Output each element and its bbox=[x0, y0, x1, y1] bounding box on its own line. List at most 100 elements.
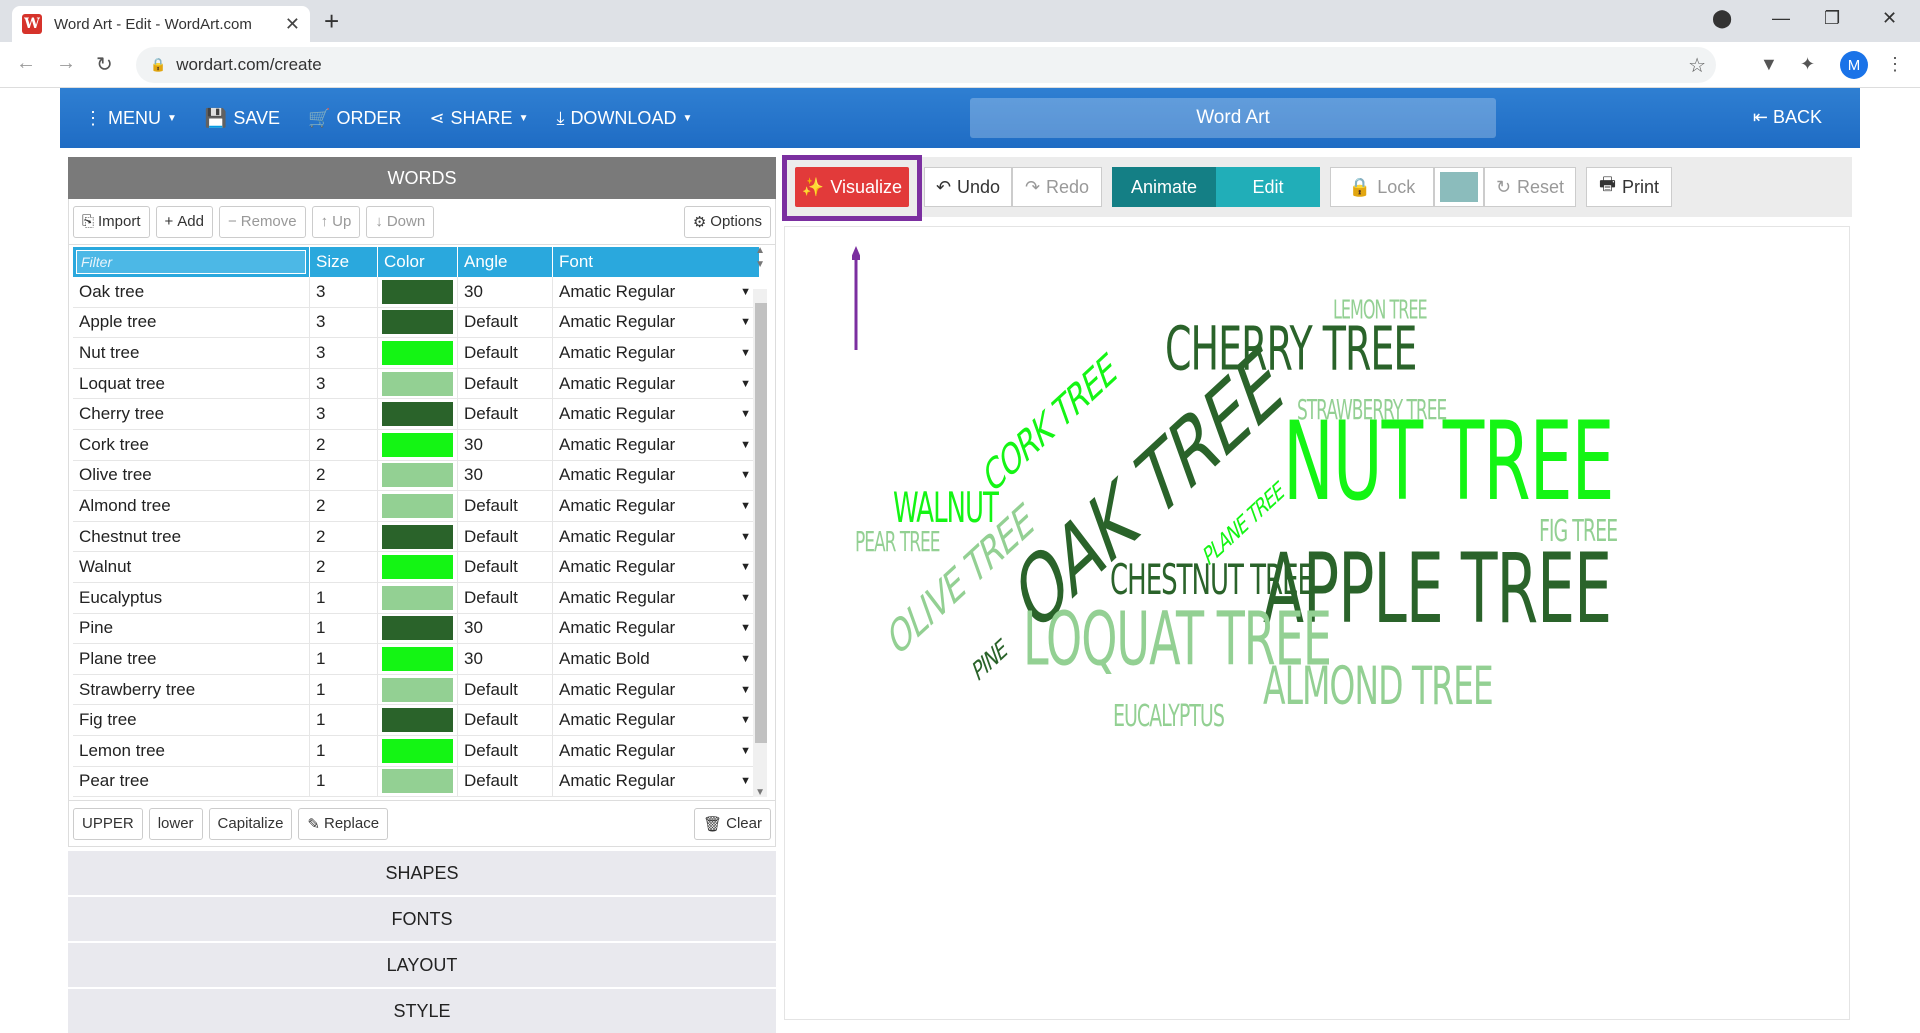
word-cell[interactable]: Walnut bbox=[73, 552, 310, 582]
color-cell[interactable] bbox=[378, 399, 458, 429]
color-cell[interactable] bbox=[378, 582, 458, 613]
angle-column-header[interactable]: Angle bbox=[458, 247, 553, 277]
color-swatch[interactable] bbox=[382, 493, 453, 518]
color-swatch[interactable] bbox=[382, 769, 453, 794]
word-cell[interactable]: Lemon tree bbox=[73, 735, 310, 766]
font-cell[interactable]: Amatic Regular ▼ bbox=[553, 399, 759, 429]
dropdown-arrow-icon[interactable]: ▼ bbox=[740, 316, 751, 328]
color-swatch[interactable] bbox=[382, 310, 453, 335]
color-cell[interactable] bbox=[378, 491, 458, 521]
remove-button[interactable]: − Remove bbox=[219, 205, 306, 238]
minimize-icon[interactable]: — bbox=[1772, 8, 1790, 29]
word-cloud-word[interactable]: ALMOND TREE bbox=[1263, 655, 1494, 717]
puzzle-extensions-icon[interactable]: ✦ bbox=[1800, 54, 1815, 75]
color-swatch[interactable] bbox=[382, 279, 453, 304]
dropdown-arrow-icon[interactable]: ▼ bbox=[740, 592, 751, 604]
dropdown-arrow-icon[interactable]: ▼ bbox=[740, 622, 751, 634]
word-cell[interactable]: Oak tree bbox=[73, 277, 310, 307]
color-cell[interactable] bbox=[378, 460, 458, 491]
dropdown-arrow-icon[interactable]: ▼ bbox=[740, 684, 751, 696]
close-window-icon[interactable]: ✕ bbox=[1882, 8, 1897, 29]
dropdown-arrow-icon[interactable]: ▼ bbox=[740, 439, 751, 451]
color-swatch[interactable] bbox=[382, 402, 453, 427]
size-cell[interactable]: 1 bbox=[310, 705, 378, 735]
table-row[interactable]: Lemon tree 1 Default Amatic Regular ▼ bbox=[73, 735, 759, 767]
scroll-up-icon[interactable]: ▲ bbox=[755, 245, 765, 256]
scrollbar-thumb[interactable] bbox=[755, 303, 767, 743]
download-button[interactable]: ⤓ DOWNLOAD ▼ bbox=[556, 108, 692, 129]
angle-cell[interactable]: Default bbox=[458, 705, 553, 735]
word-cell[interactable]: Pine bbox=[73, 613, 310, 644]
color-swatch[interactable] bbox=[382, 677, 453, 702]
word-cell[interactable]: Pear tree bbox=[73, 766, 310, 797]
font-cell[interactable]: Amatic Regular ▼ bbox=[553, 522, 759, 552]
dropdown-arrow-icon[interactable]: ▼ bbox=[740, 378, 751, 390]
word-cell[interactable]: Strawberry tree bbox=[73, 674, 310, 705]
color-column-header[interactable]: Color bbox=[378, 247, 458, 277]
shapes-section-header[interactable]: SHAPES bbox=[68, 851, 776, 895]
font-cell[interactable]: Amatic Regular ▼ bbox=[553, 461, 759, 491]
color-swatch[interactable] bbox=[382, 646, 453, 671]
order-button[interactable]: 🛒 ORDER bbox=[308, 108, 401, 129]
scroll-down-icon[interactable]: ▼ bbox=[755, 259, 765, 270]
size-cell[interactable]: 3 bbox=[310, 368, 378, 399]
color-cell[interactable] bbox=[378, 429, 458, 460]
word-cloud-word[interactable]: PEAR TREE bbox=[855, 527, 941, 559]
word-cell[interactable]: Eucalyptus bbox=[73, 582, 310, 613]
word-cloud-word[interactable]: CHERRY TREE bbox=[1165, 314, 1417, 384]
more-menu-icon[interactable]: ⋮ bbox=[1886, 54, 1904, 75]
size-cell[interactable]: 1 bbox=[310, 582, 378, 613]
animate-button[interactable]: Animate bbox=[1112, 167, 1216, 207]
font-cell[interactable]: Amatic Regular ▼ bbox=[553, 675, 759, 705]
extension-icon[interactable]: ▼ bbox=[1760, 54, 1778, 75]
dropdown-arrow-icon[interactable]: ▼ bbox=[740, 286, 751, 298]
visualize-button[interactable]: ✨ Visualize bbox=[795, 167, 909, 207]
size-cell[interactable]: 1 bbox=[310, 644, 378, 674]
replace-button[interactable]: ✎ Replace bbox=[298, 807, 389, 840]
color-swatch[interactable] bbox=[382, 738, 453, 763]
table-row[interactable]: Plane tree 1 30 Amatic Bold ▼ bbox=[73, 644, 759, 675]
table-row[interactable]: Nut tree 3 Default Amatic Regular ▼ bbox=[73, 338, 759, 369]
table-row[interactable]: Loquat tree 3 Default Amatic Regular ▼ bbox=[73, 368, 759, 400]
filter-input[interactable]: Filter bbox=[76, 250, 306, 274]
size-cell[interactable]: 2 bbox=[310, 521, 378, 552]
table-row[interactable]: Cherry tree 3 Default Amatic Regular ▼ bbox=[73, 399, 759, 430]
angle-cell[interactable]: 30 bbox=[458, 429, 553, 460]
angle-cell[interactable]: Default bbox=[458, 338, 553, 368]
angle-cell[interactable]: Default bbox=[458, 552, 553, 582]
share-button[interactable]: ⋖ SHARE ▼ bbox=[429, 108, 528, 129]
angle-cell[interactable]: Default bbox=[458, 491, 553, 521]
font-cell[interactable]: Amatic Regular ▼ bbox=[553, 614, 759, 644]
color-cell[interactable] bbox=[378, 705, 458, 735]
word-cloud-word[interactable]: EUCALYPTUS bbox=[1113, 699, 1225, 734]
angle-cell[interactable]: Default bbox=[458, 735, 553, 766]
browser-tab[interactable]: W Word Art - Edit - WordArt.com ✕ bbox=[12, 6, 310, 42]
color-swatch[interactable] bbox=[382, 340, 453, 365]
bookmark-star-icon[interactable]: ☆ bbox=[1688, 53, 1706, 78]
back-arrow-icon[interactable]: ← bbox=[16, 52, 36, 75]
word-cloud-word[interactable]: NUT TREE bbox=[1283, 400, 1615, 526]
word-cloud-word[interactable]: PINE bbox=[970, 633, 1010, 689]
word-cell[interactable]: Olive tree bbox=[73, 460, 310, 491]
table-row[interactable]: Pear tree 1 Default Amatic Regular ▼ bbox=[73, 766, 759, 798]
menu-button[interactable]: ⋮ MENU ▼ bbox=[84, 108, 177, 129]
word-cell[interactable]: Nut tree bbox=[73, 338, 310, 368]
angle-cell[interactable]: Default bbox=[458, 582, 553, 613]
fonts-section-header[interactable]: FONTS bbox=[68, 897, 776, 941]
angle-cell[interactable]: 30 bbox=[458, 460, 553, 491]
color-cell[interactable] bbox=[378, 644, 458, 674]
color-cell[interactable] bbox=[378, 674, 458, 705]
table-row[interactable]: Pine 1 30 Amatic Regular ▼ bbox=[73, 613, 759, 645]
dropdown-arrow-icon[interactable]: ▼ bbox=[740, 347, 751, 359]
reset-button[interactable]: ↻ Reset bbox=[1484, 167, 1576, 207]
size-column-header[interactable]: Size bbox=[310, 247, 378, 277]
back-button[interactable]: ⇤ BACK bbox=[1753, 107, 1822, 128]
color-cell[interactable] bbox=[378, 613, 458, 644]
angle-cell[interactable]: Default bbox=[458, 307, 553, 338]
angle-cell[interactable]: Default bbox=[458, 368, 553, 399]
color-swatch[interactable] bbox=[382, 432, 453, 457]
lowercase-button[interactable]: lower bbox=[148, 807, 203, 840]
color-swatch[interactable] bbox=[382, 371, 453, 396]
dropdown-arrow-icon[interactable]: ▼ bbox=[740, 714, 751, 726]
font-cell[interactable]: Amatic Regular ▼ bbox=[553, 583, 759, 613]
